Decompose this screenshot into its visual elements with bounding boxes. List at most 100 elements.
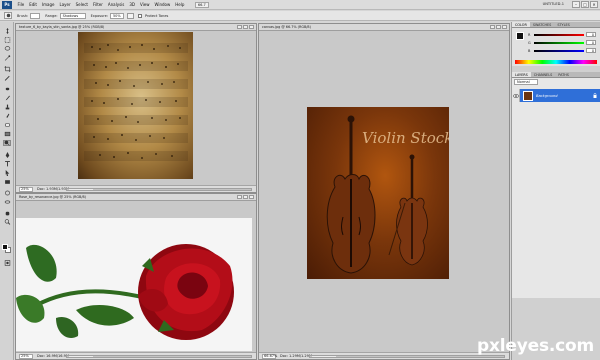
slider-green[interactable]: G 0 <box>528 40 596 45</box>
tab-styles[interactable]: STYLES <box>554 22 572 27</box>
maximize-button[interactable]: □ <box>581 1 589 8</box>
menu-help[interactable]: Help <box>173 2 187 7</box>
doc-minimize-button[interactable] <box>237 25 242 29</box>
horizontal-scrollbar[interactable] <box>66 188 252 191</box>
document-window-canvas[interactable]: canvas.jpg @ 66.7% (RGB/8) Violin Stock <box>258 23 510 360</box>
menu-view[interactable]: View <box>138 2 153 7</box>
doc-close-button[interactable] <box>502 25 507 29</box>
menu-layer[interactable]: Layer <box>57 2 73 7</box>
doc-tab-rose[interactable]: Rose_by_resonance.jpg @ 25% (RGB/8) <box>16 194 256 201</box>
brush-tool-icon[interactable] <box>3 95 11 101</box>
color-spectrum-bar[interactable] <box>515 60 597 64</box>
minimize-button[interactable]: – <box>572 1 580 8</box>
slider-green-bar[interactable] <box>534 41 584 44</box>
color-fg-bg-swatch[interactable] <box>516 32 524 40</box>
lasso-tool-icon[interactable] <box>3 46 11 52</box>
doc-minimize-button[interactable] <box>237 195 242 199</box>
scrollbar-thumb[interactable] <box>69 189 93 190</box>
menu-edit[interactable]: Edit <box>27 2 40 7</box>
type-tool-icon[interactable] <box>3 161 11 167</box>
tab-color[interactable]: COLOR <box>512 22 530 27</box>
slider-green-value[interactable]: 0 <box>586 40 596 45</box>
doc-tab-music[interactable]: texture_6_by_kayla_stin_santa.jpg @ 25% … <box>16 24 256 31</box>
doc-maximize-button[interactable] <box>243 195 248 199</box>
move-tool-icon[interactable] <box>3 28 11 34</box>
doc-close-button[interactable] <box>249 25 254 29</box>
foreground-color-swatch[interactable] <box>2 244 8 250</box>
shape-tool-icon[interactable] <box>3 179 11 185</box>
tab-swatches[interactable]: SWATCHES <box>530 22 554 27</box>
menu-analysis[interactable]: Analysis <box>105 2 126 7</box>
exposure-input[interactable]: 50% <box>109 12 124 19</box>
airbrush-icon[interactable] <box>126 12 134 19</box>
document-window-music[interactable]: texture_6_by_kayla_stin_santa.jpg @ 25% … <box>15 23 257 193</box>
3d-orbit-tool-icon[interactable] <box>3 199 11 205</box>
dodge-burn-tool-icon[interactable] <box>3 140 11 146</box>
tab-channels[interactable]: CHANNELS <box>531 72 556 77</box>
healing-brush-tool-icon[interactable] <box>3 86 11 92</box>
doc-maximize-button[interactable] <box>496 25 501 29</box>
marquee-tool-icon[interactable] <box>3 37 11 43</box>
slider-red-bar[interactable] <box>534 33 584 36</box>
range-select[interactable]: Shadows <box>59 12 86 19</box>
clone-stamp-tool-icon[interactable] <box>3 104 11 110</box>
slider-blue-label: B <box>528 48 531 53</box>
scrollbar-thumb[interactable] <box>312 356 336 357</box>
doc-size-canvas[interactable]: Doc: 1.29M/1.29M <box>280 354 312 358</box>
doc-zoom-music[interactable]: 25% <box>19 186 33 192</box>
tab-paths[interactable]: PATHS <box>555 72 572 77</box>
slider-red[interactable]: R 0 <box>528 32 596 37</box>
pen-tool-icon[interactable] <box>3 152 11 158</box>
doc-zoom-rose[interactable]: 25% <box>19 353 33 359</box>
slider-blue-bar[interactable] <box>534 49 584 52</box>
close-button[interactable]: ✕ <box>590 1 598 8</box>
3d-rotate-tool-icon[interactable] <box>3 190 11 196</box>
doc-close-button[interactable] <box>249 195 254 199</box>
eraser-tool-icon[interactable] <box>3 122 11 128</box>
hand-tool-icon[interactable] <box>3 210 11 216</box>
path-selection-tool-icon[interactable] <box>3 170 11 176</box>
zoom-tool-icon[interactable] <box>3 219 11 225</box>
gradient-tool-icon[interactable] <box>3 131 11 137</box>
quick-mask-icon[interactable] <box>3 260 11 266</box>
layer-row-background[interactable]: Background <box>512 89 600 102</box>
layer-name[interactable]: Background <box>536 94 593 98</box>
doc-maximize-button[interactable] <box>243 25 248 29</box>
menu-3d[interactable]: 3D <box>127 2 138 7</box>
doc-size-music[interactable]: Doc: 1.93M/1.93M <box>37 187 69 191</box>
slider-red-value[interactable]: 0 <box>586 32 596 37</box>
scrollbar-thumb[interactable] <box>69 356 93 357</box>
doc-zoom-canvas[interactable]: 66.67% <box>262 353 277 359</box>
brush-picker[interactable] <box>30 12 41 19</box>
tab-layers[interactable]: LAYERS <box>512 72 531 77</box>
tool-preset-icon[interactable] <box>4 12 12 19</box>
menu-file[interactable]: File <box>15 2 27 7</box>
blend-mode-select[interactable]: Normal <box>514 79 538 85</box>
visibility-eye-icon[interactable] <box>512 89 520 102</box>
doc-title-canvas: canvas.jpg @ 66.7% (RGB/8) <box>262 25 311 29</box>
canvas-artwork[interactable]: Violin Stock <box>307 107 449 279</box>
music-staff-lines <box>84 43 188 161</box>
crop-tool-icon[interactable] <box>3 66 11 72</box>
layer-thumbnail <box>523 90 533 101</box>
doc-size-rose[interactable]: Doc: 16.9M/16.9M <box>37 354 69 358</box>
horizontal-scrollbar[interactable] <box>66 355 252 358</box>
magic-wand-tool-icon[interactable] <box>3 55 11 61</box>
menu-filter[interactable]: Filter <box>90 2 105 7</box>
workspace-label[interactable]: UNTITLED-1 <box>543 2 564 6</box>
menu-select[interactable]: Select <box>73 2 90 7</box>
menu-window[interactable]: Window <box>152 2 173 7</box>
doc-controls-music <box>236 25 254 29</box>
slider-blue-value[interactable]: 0 <box>586 48 596 53</box>
zoom-level-box[interactable]: 66.7 <box>194 1 209 8</box>
horizontal-scrollbar[interactable] <box>309 355 505 358</box>
history-brush-tool-icon[interactable] <box>3 113 11 119</box>
menu-image[interactable]: Image <box>39 2 57 7</box>
document-window-rose[interactable]: Rose_by_resonance.jpg @ 25% (RGB/8) 25% … <box>15 193 257 360</box>
eyedropper-tool-icon[interactable] <box>3 75 11 81</box>
violins-artwork: Violin Stock <box>326 115 449 274</box>
doc-minimize-button[interactable] <box>490 25 495 29</box>
slider-blue[interactable]: B 0 <box>528 48 596 53</box>
protect-tones-checkbox[interactable] <box>137 13 142 18</box>
doc-tab-canvas[interactable]: canvas.jpg @ 66.7% (RGB/8) <box>259 24 509 31</box>
